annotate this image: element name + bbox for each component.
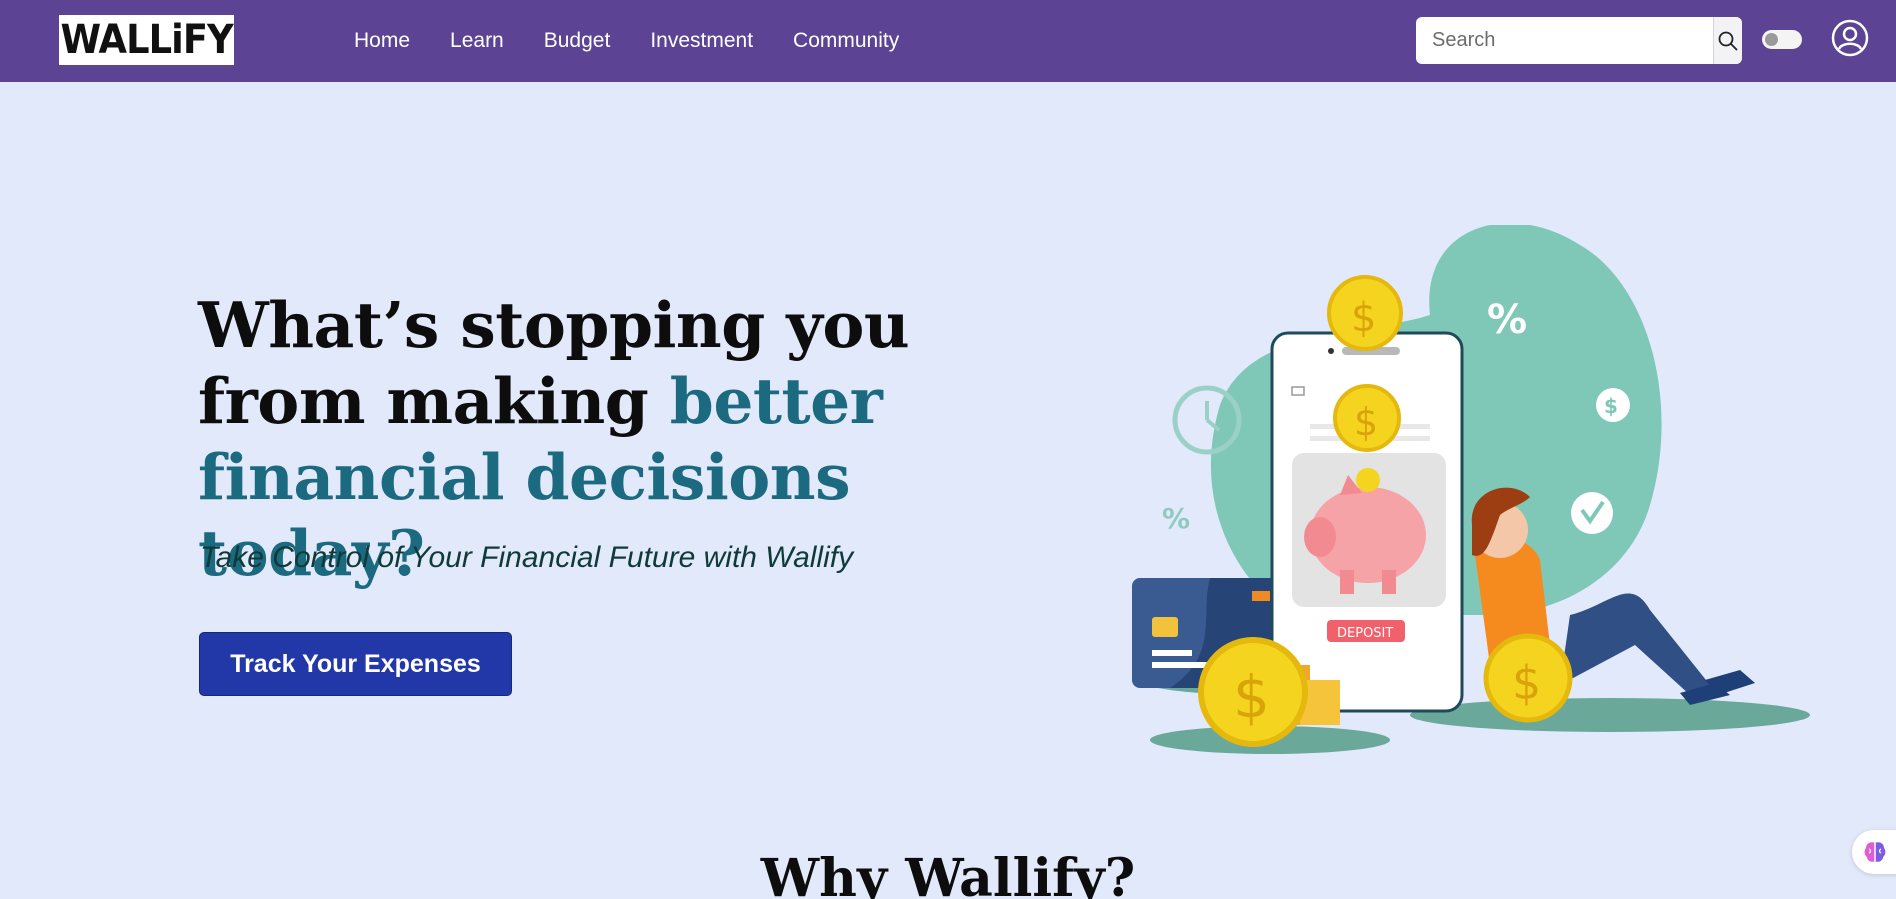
svg-text:$: $ xyxy=(1512,656,1541,710)
coin-large: $ xyxy=(1198,637,1308,747)
check-badge-icon xyxy=(1571,492,1613,534)
user-account-icon[interactable] xyxy=(1831,19,1869,57)
svg-text:DEPOSIT: DEPOSIT xyxy=(1337,626,1393,641)
theme-toggle[interactable] xyxy=(1762,30,1802,49)
hero-subtitle: Take Control of Your Financial Future wi… xyxy=(200,541,854,574)
dollar-badge-icon: $ xyxy=(1596,388,1630,422)
search-bar xyxy=(1416,17,1742,64)
svg-text:$: $ xyxy=(1354,400,1378,444)
search-button[interactable] xyxy=(1713,17,1742,64)
coin-woman: $ xyxy=(1483,633,1573,723)
why-wallify-heading: Why Wallify? xyxy=(760,848,1136,899)
hero-illustration: % % $ DEPOSIT $ $ $ $ xyxy=(1132,225,1810,754)
coin-top: $ xyxy=(1327,275,1403,351)
ai-assistant-button[interactable] xyxy=(1852,830,1896,874)
nav-link-budget[interactable]: Budget xyxy=(544,29,611,53)
percent-icon-small: % xyxy=(1162,502,1190,535)
search-icon xyxy=(1718,31,1738,50)
nav-link-community[interactable]: Community xyxy=(793,29,899,53)
search-input[interactable] xyxy=(1416,17,1713,64)
svg-text:$: $ xyxy=(1351,295,1376,341)
ground-shadow-right xyxy=(1410,698,1810,732)
nav-link-investment[interactable]: Investment xyxy=(650,29,753,53)
top-navbar: WALLiFY Home Learn Budget Investment Com… xyxy=(0,0,1896,82)
wallify-logo[interactable]: WALLiFY xyxy=(59,15,234,65)
percent-icon-large: % xyxy=(1487,297,1527,343)
track-expenses-button[interactable]: Track Your Expenses xyxy=(199,632,512,696)
coin-phone: $ xyxy=(1333,384,1401,452)
svg-text:$: $ xyxy=(1604,394,1618,418)
logo-text: WALLiFY xyxy=(60,17,233,63)
main-nav: Home Learn Budget Investment Community xyxy=(354,0,939,82)
svg-text:$: $ xyxy=(1233,663,1270,731)
brain-icon xyxy=(1864,842,1886,862)
nav-link-learn[interactable]: Learn xyxy=(450,29,504,53)
nav-link-home[interactable]: Home xyxy=(354,29,410,53)
